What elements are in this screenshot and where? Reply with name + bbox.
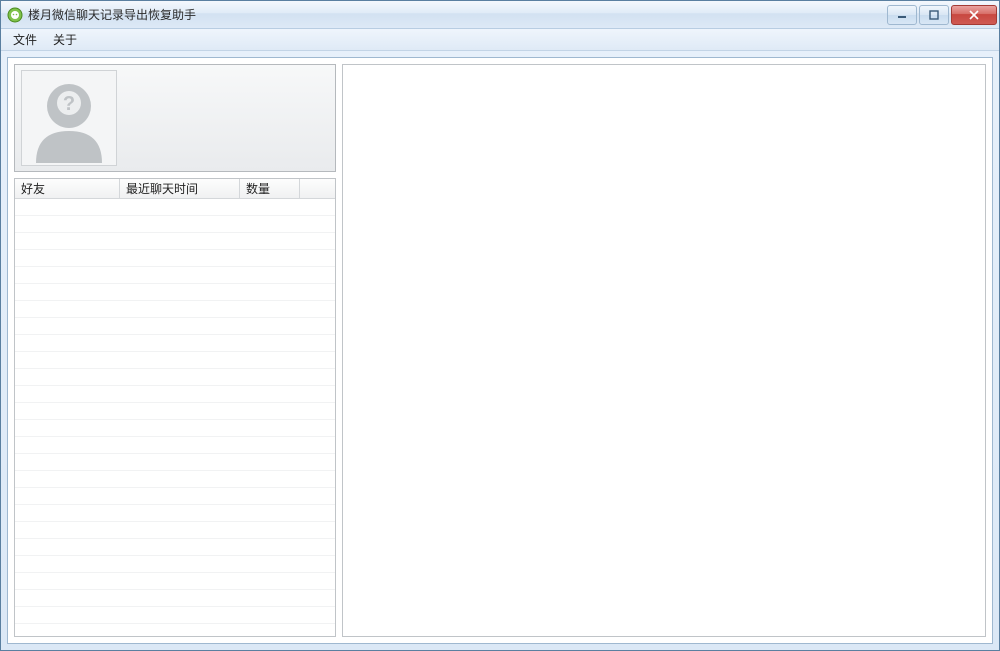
table-row[interactable] [15, 199, 335, 216]
profile-box: ? [14, 64, 336, 172]
table-row[interactable] [15, 454, 335, 471]
table-row[interactable] [15, 233, 335, 250]
content-panel [342, 64, 986, 637]
table-row[interactable] [15, 369, 335, 386]
minimize-button[interactable] [887, 5, 917, 25]
table-row[interactable] [15, 216, 335, 233]
table-row[interactable] [15, 420, 335, 437]
table-body[interactable] [15, 199, 335, 636]
table-row[interactable] [15, 471, 335, 488]
table-row[interactable] [15, 267, 335, 284]
table-row[interactable] [15, 352, 335, 369]
table-row[interactable] [15, 301, 335, 318]
client-area: ? 好友 最近聊天时间 数量 [7, 57, 993, 644]
titlebar[interactable]: 楼月微信聊天记录导出恢复助手 [1, 1, 999, 29]
table-row[interactable] [15, 556, 335, 573]
menu-about[interactable]: 关于 [45, 29, 85, 50]
friends-table: 好友 最近聊天时间 数量 [14, 178, 336, 637]
menubar: 文件 关于 [1, 29, 999, 51]
left-panel: ? 好友 最近聊天时间 数量 [14, 64, 336, 637]
column-header-count[interactable]: 数量 [240, 179, 300, 198]
window-title: 楼月微信聊天记录导出恢复助手 [28, 6, 885, 23]
close-button[interactable] [951, 5, 997, 25]
avatar: ? [21, 70, 117, 166]
table-row[interactable] [15, 539, 335, 556]
menu-file[interactable]: 文件 [5, 29, 45, 50]
table-row[interactable] [15, 284, 335, 301]
maximize-button[interactable] [919, 5, 949, 25]
table-row[interactable] [15, 522, 335, 539]
column-header-friend[interactable]: 好友 [15, 179, 120, 198]
column-header-spacer [300, 179, 335, 198]
table-row[interactable] [15, 505, 335, 522]
table-row[interactable] [15, 590, 335, 607]
table-row[interactable] [15, 386, 335, 403]
table-row[interactable] [15, 335, 335, 352]
table-row[interactable] [15, 250, 335, 267]
column-header-last-chat-time[interactable]: 最近聊天时间 [120, 179, 240, 198]
table-row[interactable] [15, 318, 335, 335]
window: 楼月微信聊天记录导出恢复助手 文件 关于 [0, 0, 1000, 651]
table-row[interactable] [15, 488, 335, 505]
table-row[interactable] [15, 573, 335, 590]
table-row[interactable] [15, 607, 335, 624]
app-icon [7, 7, 23, 23]
table-header: 好友 最近聊天时间 数量 [15, 179, 335, 199]
window-controls [885, 5, 997, 25]
table-row[interactable] [15, 437, 335, 454]
svg-text:?: ? [63, 93, 75, 115]
table-row[interactable] [15, 403, 335, 420]
